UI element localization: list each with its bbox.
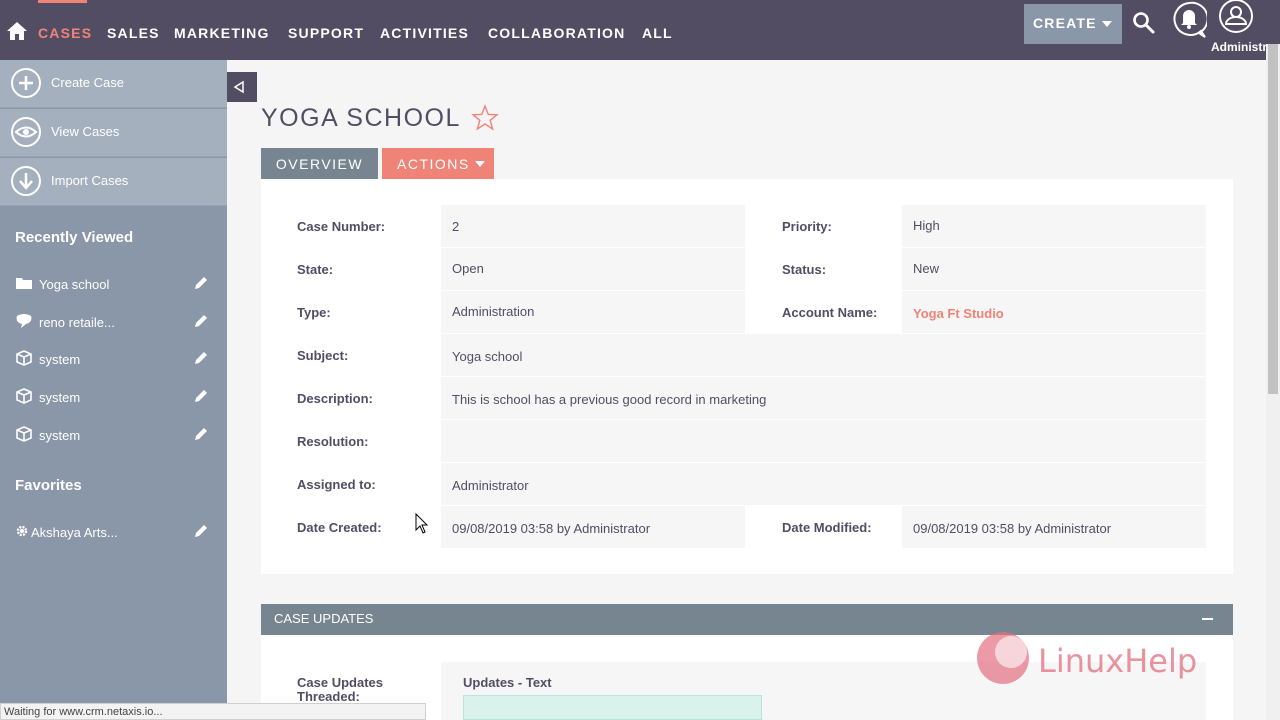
state-value: Open xyxy=(441,248,745,290)
folder-icon xyxy=(16,278,32,289)
assigned-to-value: Administrator xyxy=(441,463,1206,505)
priority-label: Priority: xyxy=(782,219,832,234)
type-value: Administration xyxy=(441,291,745,333)
favorite-item-label: Akshaya Arts... xyxy=(31,525,118,540)
case-number-label: Case Number: xyxy=(297,219,386,234)
pencil-icon[interactable] xyxy=(193,313,209,329)
favorites-heading: Favorites xyxy=(15,477,82,494)
nav-collaboration[interactable]: COLLABORATION xyxy=(488,25,625,41)
nav-marketing[interactable]: MARKETING xyxy=(174,25,270,41)
create-button[interactable]: CREATE xyxy=(1024,4,1122,44)
create-button-label: CREATE xyxy=(1033,15,1097,31)
account-name-link[interactable]: Yoga Ft Studio xyxy=(902,291,1206,333)
download-arrow-icon xyxy=(11,166,41,196)
user-menu-label[interactable]: Administr xyxy=(1211,40,1267,54)
date-created-value: 09/08/2019 03:58 by Administrator xyxy=(441,506,745,548)
caret-down-icon xyxy=(1102,21,1112,27)
browser-status-bar: Waiting for www.crm.netaxis.io... xyxy=(0,703,426,720)
top-navigation-bar: CASES SALES MARKETING SUPPORT ACTIVITIES… xyxy=(0,0,1280,60)
recent-item[interactable]: system xyxy=(0,344,227,374)
nav-support[interactable]: SUPPORT xyxy=(288,25,364,41)
gear-icon xyxy=(16,525,28,537)
date-created-label: Date Created: xyxy=(297,520,382,535)
pencil-icon[interactable] xyxy=(193,275,209,291)
recent-item[interactable]: system xyxy=(0,420,227,450)
mouse-cursor-icon xyxy=(415,513,429,534)
priority-value: High xyxy=(902,205,1206,247)
resolution-label: Resolution: xyxy=(297,434,369,449)
sidebar-action-create-case[interactable]: Create Case xyxy=(0,60,227,108)
page-title: YOGA SCHOOL xyxy=(261,104,461,132)
minus-collapse-icon[interactable] xyxy=(1202,618,1213,620)
sidebar-action-view-cases[interactable]: View Cases xyxy=(0,109,227,157)
date-modified-value: 09/08/2019 03:58 by Administrator xyxy=(902,506,1206,548)
scrollbar-thumb[interactable] xyxy=(1268,44,1278,394)
pencil-icon[interactable] xyxy=(193,350,209,366)
user-avatar-icon[interactable] xyxy=(1217,0,1255,34)
recent-item-label: reno retaile... xyxy=(39,315,115,330)
vertical-scrollbar[interactable] xyxy=(1266,44,1280,720)
cube-icon xyxy=(16,388,32,404)
sidebar-toggle-button[interactable] xyxy=(227,72,257,102)
search-icon[interactable] xyxy=(1132,11,1156,35)
recent-item[interactable]: system xyxy=(0,382,227,412)
recent-item-label: system xyxy=(39,390,81,405)
status-value: New xyxy=(902,248,1206,290)
home-icon[interactable] xyxy=(6,20,28,42)
chat-bubble-icon xyxy=(16,314,32,328)
sidebar-action-label: Import Cases xyxy=(51,173,129,188)
caret-down-icon xyxy=(475,161,485,167)
sidebar-action-label: Create Case xyxy=(51,75,124,90)
recent-item[interactable]: Yoga school xyxy=(0,269,227,299)
nav-cases[interactable]: CASES xyxy=(38,25,92,41)
state-label: State: xyxy=(297,262,334,277)
subject-value: Yoga school xyxy=(441,334,1206,376)
star-favorite-icon[interactable] xyxy=(471,104,499,132)
recent-item-label: system xyxy=(39,352,81,367)
tab-actions[interactable]: ACTIONS xyxy=(382,148,494,179)
nav-sales[interactable]: SALES xyxy=(107,25,160,41)
cube-icon xyxy=(16,426,32,442)
subject-label: Subject: xyxy=(297,348,349,363)
assigned-to-label: Assigned to: xyxy=(297,477,376,492)
recent-item-label: Yoga school xyxy=(39,277,110,292)
recent-item[interactable]: reno retaile... xyxy=(0,307,227,337)
updates-text-label: Updates - Text xyxy=(463,675,552,690)
notification-bell-icon[interactable] xyxy=(1171,1,1207,39)
case-updates-title: CASE UPDATES xyxy=(274,611,374,626)
date-modified-label: Date Modified: xyxy=(782,520,872,535)
favorite-item[interactable]: Akshaya Arts... xyxy=(0,517,227,547)
description-label: Description: xyxy=(297,391,373,406)
active-tab-indicator xyxy=(38,0,87,3)
type-label: Type: xyxy=(297,305,331,320)
plus-icon xyxy=(11,68,41,98)
triangle-left-icon xyxy=(233,80,244,94)
status-label: Status: xyxy=(782,262,827,277)
nav-all[interactable]: ALL xyxy=(642,25,673,41)
account-name-label: Account Name: xyxy=(782,305,878,320)
eye-icon xyxy=(11,117,41,147)
tab-overview[interactable]: OVERVIEW xyxy=(261,148,378,179)
tab-actions-label: ACTIONS xyxy=(397,156,470,172)
resolution-value xyxy=(441,420,1206,462)
sidebar: Create Case View Cases Import Cases Rece… xyxy=(0,60,227,720)
pencil-icon[interactable] xyxy=(193,388,209,404)
updates-text-input[interactable] xyxy=(463,695,762,720)
sidebar-action-label: View Cases xyxy=(51,124,120,139)
watermark-text: LinuxHelp xyxy=(1038,642,1198,680)
nav-activities[interactable]: ACTIVITIES xyxy=(380,25,469,41)
pencil-icon[interactable] xyxy=(193,426,209,442)
sidebar-action-import-cases[interactable]: Import Cases xyxy=(0,158,227,206)
description-value: This is school has a previous good recor… xyxy=(441,377,1206,419)
cube-icon xyxy=(16,350,32,366)
case-number-value: 2 xyxy=(441,205,745,247)
pencil-icon[interactable] xyxy=(193,523,209,539)
recent-item-label: system xyxy=(39,428,81,443)
case-updates-threaded-label: Case Updates Threaded: xyxy=(297,675,383,704)
tab-overview-label: OVERVIEW xyxy=(275,156,364,172)
recently-viewed-heading: Recently Viewed xyxy=(15,229,134,246)
